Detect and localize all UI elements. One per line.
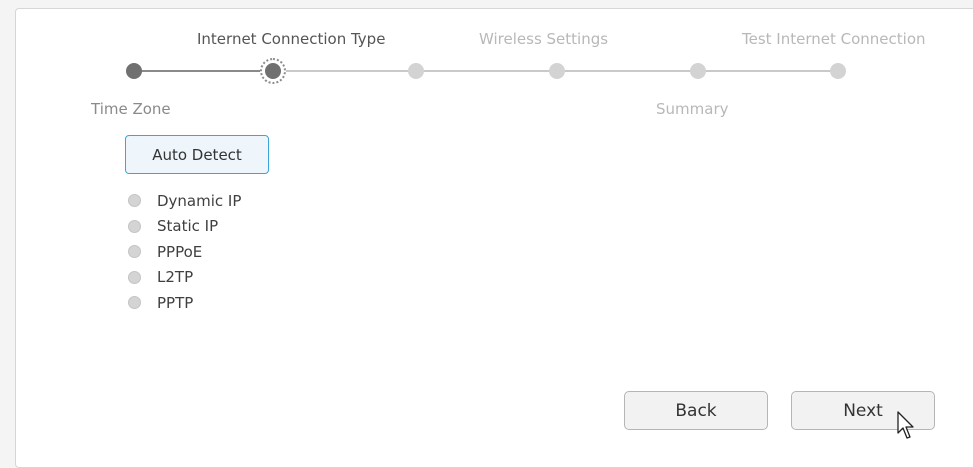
step-dot-finish[interactable] xyxy=(830,63,846,79)
step-dot-wireless-settings[interactable] xyxy=(408,63,424,79)
radio-option-pptp[interactable]: PPTP xyxy=(128,290,241,316)
radio-label: Static IP xyxy=(157,217,219,236)
step-label-summary: Summary xyxy=(656,100,729,118)
next-button[interactable]: Next xyxy=(791,391,935,430)
step-dot-time-zone[interactable] xyxy=(126,63,142,79)
radio-button[interactable] xyxy=(128,270,141,284)
radio-label: Dynamic IP xyxy=(157,191,242,210)
radio-option-pppoe[interactable]: PPPoE xyxy=(128,239,241,265)
step-dot-internet-connection-type[interactable] xyxy=(265,63,281,79)
step-label-test-internet-connection: Test Internet Connection xyxy=(742,30,926,48)
radio-option-dynamic-ip[interactable]: Dynamic IP xyxy=(128,188,241,214)
connection-type-radio-group: Dynamic IP Static IP PPPoE L2TP PPTP xyxy=(128,188,241,316)
radio-label: PPPoE xyxy=(157,242,203,261)
radio-option-static-ip[interactable]: Static IP xyxy=(128,214,241,240)
radio-button[interactable] xyxy=(128,194,141,208)
step-label-internet-connection-type: Internet Connection Type xyxy=(197,30,386,48)
step-dot-summary[interactable] xyxy=(690,63,706,79)
stepper-track-progress xyxy=(135,70,274,72)
radio-button[interactable] xyxy=(128,219,141,233)
back-button[interactable]: Back xyxy=(624,391,768,430)
auto-detect-button[interactable]: Auto Detect xyxy=(125,135,269,174)
step-label-time-zone: Time Zone xyxy=(91,100,171,118)
radio-button[interactable] xyxy=(128,245,141,259)
step-dot-test-internet-connection[interactable] xyxy=(549,63,565,79)
radio-label: PPTP xyxy=(157,293,194,312)
step-label-wireless-settings: Wireless Settings xyxy=(479,30,609,48)
radio-option-l2tp[interactable]: L2TP xyxy=(128,265,241,291)
radio-label: L2TP xyxy=(157,268,194,287)
radio-button[interactable] xyxy=(128,296,141,310)
